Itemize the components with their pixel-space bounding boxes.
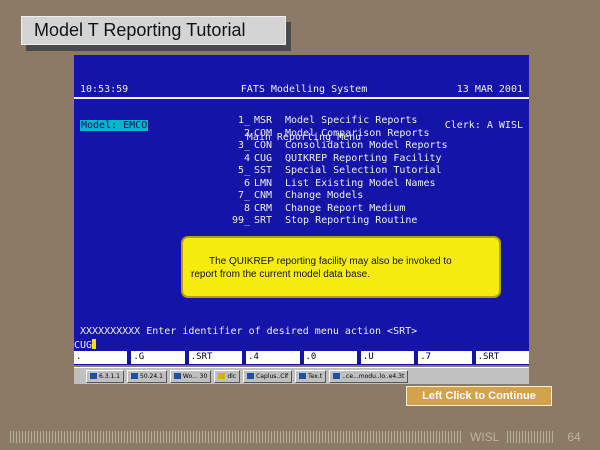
menu-item[interactable]: 8 CRM Change Report Medium xyxy=(224,203,448,216)
page-number: 64 xyxy=(567,430,581,444)
window-icon xyxy=(131,373,138,379)
taskbar: 6.3.1.1 50.24.1 Wo... 30 dlc Caplus..Clf Tex.… xyxy=(74,367,529,384)
taskbar-button-label: Caplus..Clf xyxy=(256,372,289,380)
taskbar-button-label: Tex.t xyxy=(308,372,323,380)
command-input[interactable]: CUG xyxy=(74,339,97,351)
menu-item-code: CRM xyxy=(254,202,273,214)
window-icon xyxy=(173,373,181,379)
menu-item-code: CUG xyxy=(254,152,273,164)
footer-barcode-left xyxy=(10,431,462,443)
menu-item-number: 3_ xyxy=(237,140,250,151)
menu-item-label: Consolidation Model Reports xyxy=(285,140,448,151)
tutorial-callout: The QUIKREP reporting facility may also … xyxy=(181,236,501,298)
system-name: FATS Modelling System xyxy=(240,84,368,95)
menu-item-label: Model Specific Reports xyxy=(285,115,418,126)
window-icon xyxy=(333,373,341,379)
date-display: 13 MAR 2001 xyxy=(456,84,523,95)
text-cursor xyxy=(92,339,97,349)
menu-item[interactable]: 3_ CON Consolidation Model Reports xyxy=(224,140,448,153)
menu-item-code: SRT xyxy=(254,215,273,226)
menu-item-label: Special Selection Tutorial xyxy=(285,165,442,176)
command-key-field[interactable]: . xyxy=(74,351,128,364)
command-key-field[interactable]: .SRT xyxy=(475,351,529,364)
menu-item[interactable]: 6 LMN List Existing Model Names xyxy=(224,178,448,191)
command-key-field[interactable]: .0 xyxy=(303,351,357,364)
window-icon xyxy=(247,373,255,379)
command-value: CUG xyxy=(74,340,93,351)
menu-item-code: LMN xyxy=(254,177,273,189)
menu-item-number: 99_ xyxy=(231,215,250,226)
command-prompt: XXXXXXXXXX Enter identifier of desired m… xyxy=(80,326,418,337)
command-key-field[interactable]: .G xyxy=(131,351,185,364)
model-label: Model: EMCO xyxy=(80,120,149,131)
taskbar-button-label: 6.3.1.1 xyxy=(99,372,120,380)
taskbar-button-label: Wo... 30 xyxy=(182,372,208,380)
menu-item[interactable]: 99_ SRT Stop Reporting Routine xyxy=(224,215,448,228)
taskbar-button[interactable]: 6.3.1.1 xyxy=(86,369,124,383)
menu-item[interactable]: 2 COM Model Comparison Reports xyxy=(224,128,448,141)
menu-item[interactable]: 4 CUG QUIKREP Reporting Facility xyxy=(224,153,448,166)
command-key-field[interactable]: .SRT xyxy=(188,351,243,364)
menu-item-code: SST xyxy=(254,165,273,176)
menu-item-number: 1_ xyxy=(237,115,250,126)
menu-item-code: COM xyxy=(254,127,273,139)
menu-item-number: 6 xyxy=(243,177,250,189)
menu-item-label: Model Comparison Reports xyxy=(285,127,430,139)
taskbar-button-label: ..ce...modu..lo..e4.3t xyxy=(342,372,405,380)
menu-item-number: 2 xyxy=(243,127,250,139)
page-title: Model T Reporting Tutorial xyxy=(21,16,286,45)
header-right: 13 MAR 2001 Clerk: A WISL xyxy=(445,60,523,156)
footer: WISL 64 xyxy=(10,430,590,444)
header-divider xyxy=(74,97,529,99)
footer-org: WISL xyxy=(470,430,500,444)
taskbar-button[interactable]: Wo... 30 xyxy=(169,369,212,383)
menu-list: 1_ MSR Model Specific Reports 2 COM Model Com… xyxy=(224,115,448,228)
folder-icon xyxy=(218,373,226,379)
command-key-field[interactable]: .7 xyxy=(418,351,472,364)
menu-item-label: List Existing Model Names xyxy=(285,177,436,189)
header-left: 10:53:59 Model: EMCO xyxy=(80,60,149,156)
menu-item-code: CNM xyxy=(254,190,273,201)
callout-line-2: report from the current model data base. xyxy=(191,269,370,280)
window-icon xyxy=(299,373,307,379)
continue-button[interactable]: Left Click to Continue xyxy=(406,386,552,406)
callout-line-1: The QUIKREP reporting facility may also … xyxy=(209,256,452,267)
menu-item-label: QUIKREP Reporting Facility xyxy=(285,152,442,164)
menu-item[interactable]: 5_ SST Special Selection Tutorial xyxy=(224,165,448,178)
taskbar-button[interactable]: 50.24.1 xyxy=(127,369,167,383)
terminal-screen: 10:53:59 Model: EMCO FATS Modelling Syst… xyxy=(74,55,529,365)
command-key-bar: . .G .SRT .4.0 .U .7 .SRT xyxy=(74,351,529,364)
menu-item-number: 4 xyxy=(243,152,250,164)
menu-item-number: 8 xyxy=(243,202,250,214)
taskbar-button[interactable]: ..ce...modu..lo..e4.3t xyxy=(329,369,409,383)
taskbar-button[interactable]: Caplus..Clf xyxy=(243,369,293,383)
window-icon xyxy=(90,373,97,379)
menu-item-code: MSR xyxy=(254,115,273,126)
menu-item[interactable]: 1_ MSR Model Specific Reports xyxy=(224,115,448,128)
footer-barcode-right xyxy=(507,431,556,443)
taskbar-button-label: dlc xyxy=(227,372,237,380)
menu-item[interactable]: 7_ CNM Change Models xyxy=(224,190,448,203)
taskbar-button-label: 50.24.1 xyxy=(140,372,163,380)
clerk-display: Clerk: A WISL xyxy=(444,120,523,131)
command-key-field[interactable]: .U xyxy=(360,351,415,364)
taskbar-button[interactable]: Tex.t xyxy=(295,369,327,383)
menu-item-label: Stop Reporting Routine xyxy=(285,215,418,226)
menu-item-label: Change Report Medium xyxy=(285,202,406,214)
menu-item-label: Change Models xyxy=(285,190,364,201)
time-display: 10:53:59 xyxy=(80,84,129,95)
menu-item-code: CON xyxy=(254,140,273,151)
command-key-field[interactable]: .4 xyxy=(246,351,300,364)
taskbar-button[interactable]: dlc xyxy=(214,369,241,383)
menu-item-number: 5_ xyxy=(237,165,250,176)
menu-item-number: 7_ xyxy=(237,190,250,201)
